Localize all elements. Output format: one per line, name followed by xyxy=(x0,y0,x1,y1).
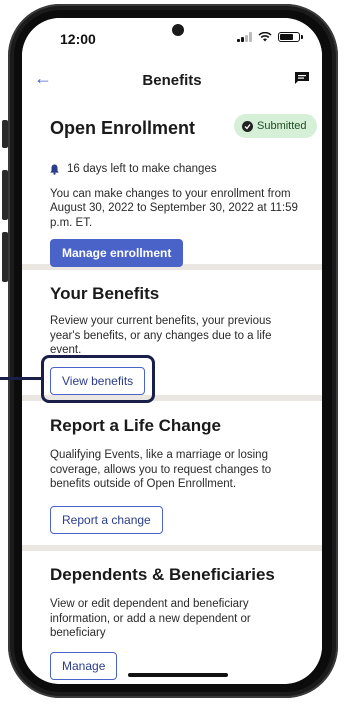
battery-fill xyxy=(280,34,293,40)
chat-icon[interactable] xyxy=(294,71,310,85)
your-benefits-description: Review your current benefits, your previ… xyxy=(50,315,272,356)
status-icons xyxy=(237,32,303,42)
check-icon xyxy=(242,120,253,132)
nav-bar: ← Benefits xyxy=(22,60,322,102)
wifi-icon xyxy=(258,32,272,42)
manage-dependents-button[interactable]: Manage xyxy=(50,651,118,680)
life-change-description: Qualifying Events, like a marriage or lo… xyxy=(50,449,272,490)
phone-screen: 12:00 ← Benefits Open Enrollment Submitt… xyxy=(22,18,322,684)
battery-icon xyxy=(278,32,303,42)
enrollment-description: You can make changes to your enrollment … xyxy=(50,187,298,229)
manage-enrollment-button[interactable]: Manage enrollment xyxy=(50,239,184,267)
bell-icon xyxy=(50,164,59,175)
dependents-card: Dependents & Beneficiaries View or edit … xyxy=(22,551,322,684)
reminder-text: 16 days left to make changes xyxy=(67,163,217,175)
callout-pointer-line xyxy=(0,377,41,380)
reminder-row: 16 days left to make changes xyxy=(50,162,298,177)
report-change-button[interactable]: Report a change xyxy=(50,505,163,534)
life-change-title: Report a Life Change xyxy=(50,416,221,435)
camera-icon xyxy=(172,24,184,36)
status-time: 12:00 xyxy=(60,31,96,47)
dependents-title: Dependents & Beneficiaries xyxy=(50,565,275,584)
page-title: Benefits xyxy=(142,72,202,89)
dependents-description: View or edit dependent and beneficiary i… xyxy=(50,598,251,639)
status-badge-label: Submitted xyxy=(257,120,307,132)
home-indicator[interactable] xyxy=(128,673,228,677)
life-change-card: Report a Life Change Qualifying Events, … xyxy=(22,401,322,545)
view-benefits-highlight xyxy=(41,355,155,403)
status-bar: 12:00 xyxy=(22,18,322,60)
status-badge: Submitted xyxy=(234,114,317,138)
open-enrollment-card: Open Enrollment Submitted 16 days left t… xyxy=(22,102,322,267)
your-benefits-title: Your Benefits xyxy=(50,284,160,303)
signal-icon xyxy=(237,32,252,42)
